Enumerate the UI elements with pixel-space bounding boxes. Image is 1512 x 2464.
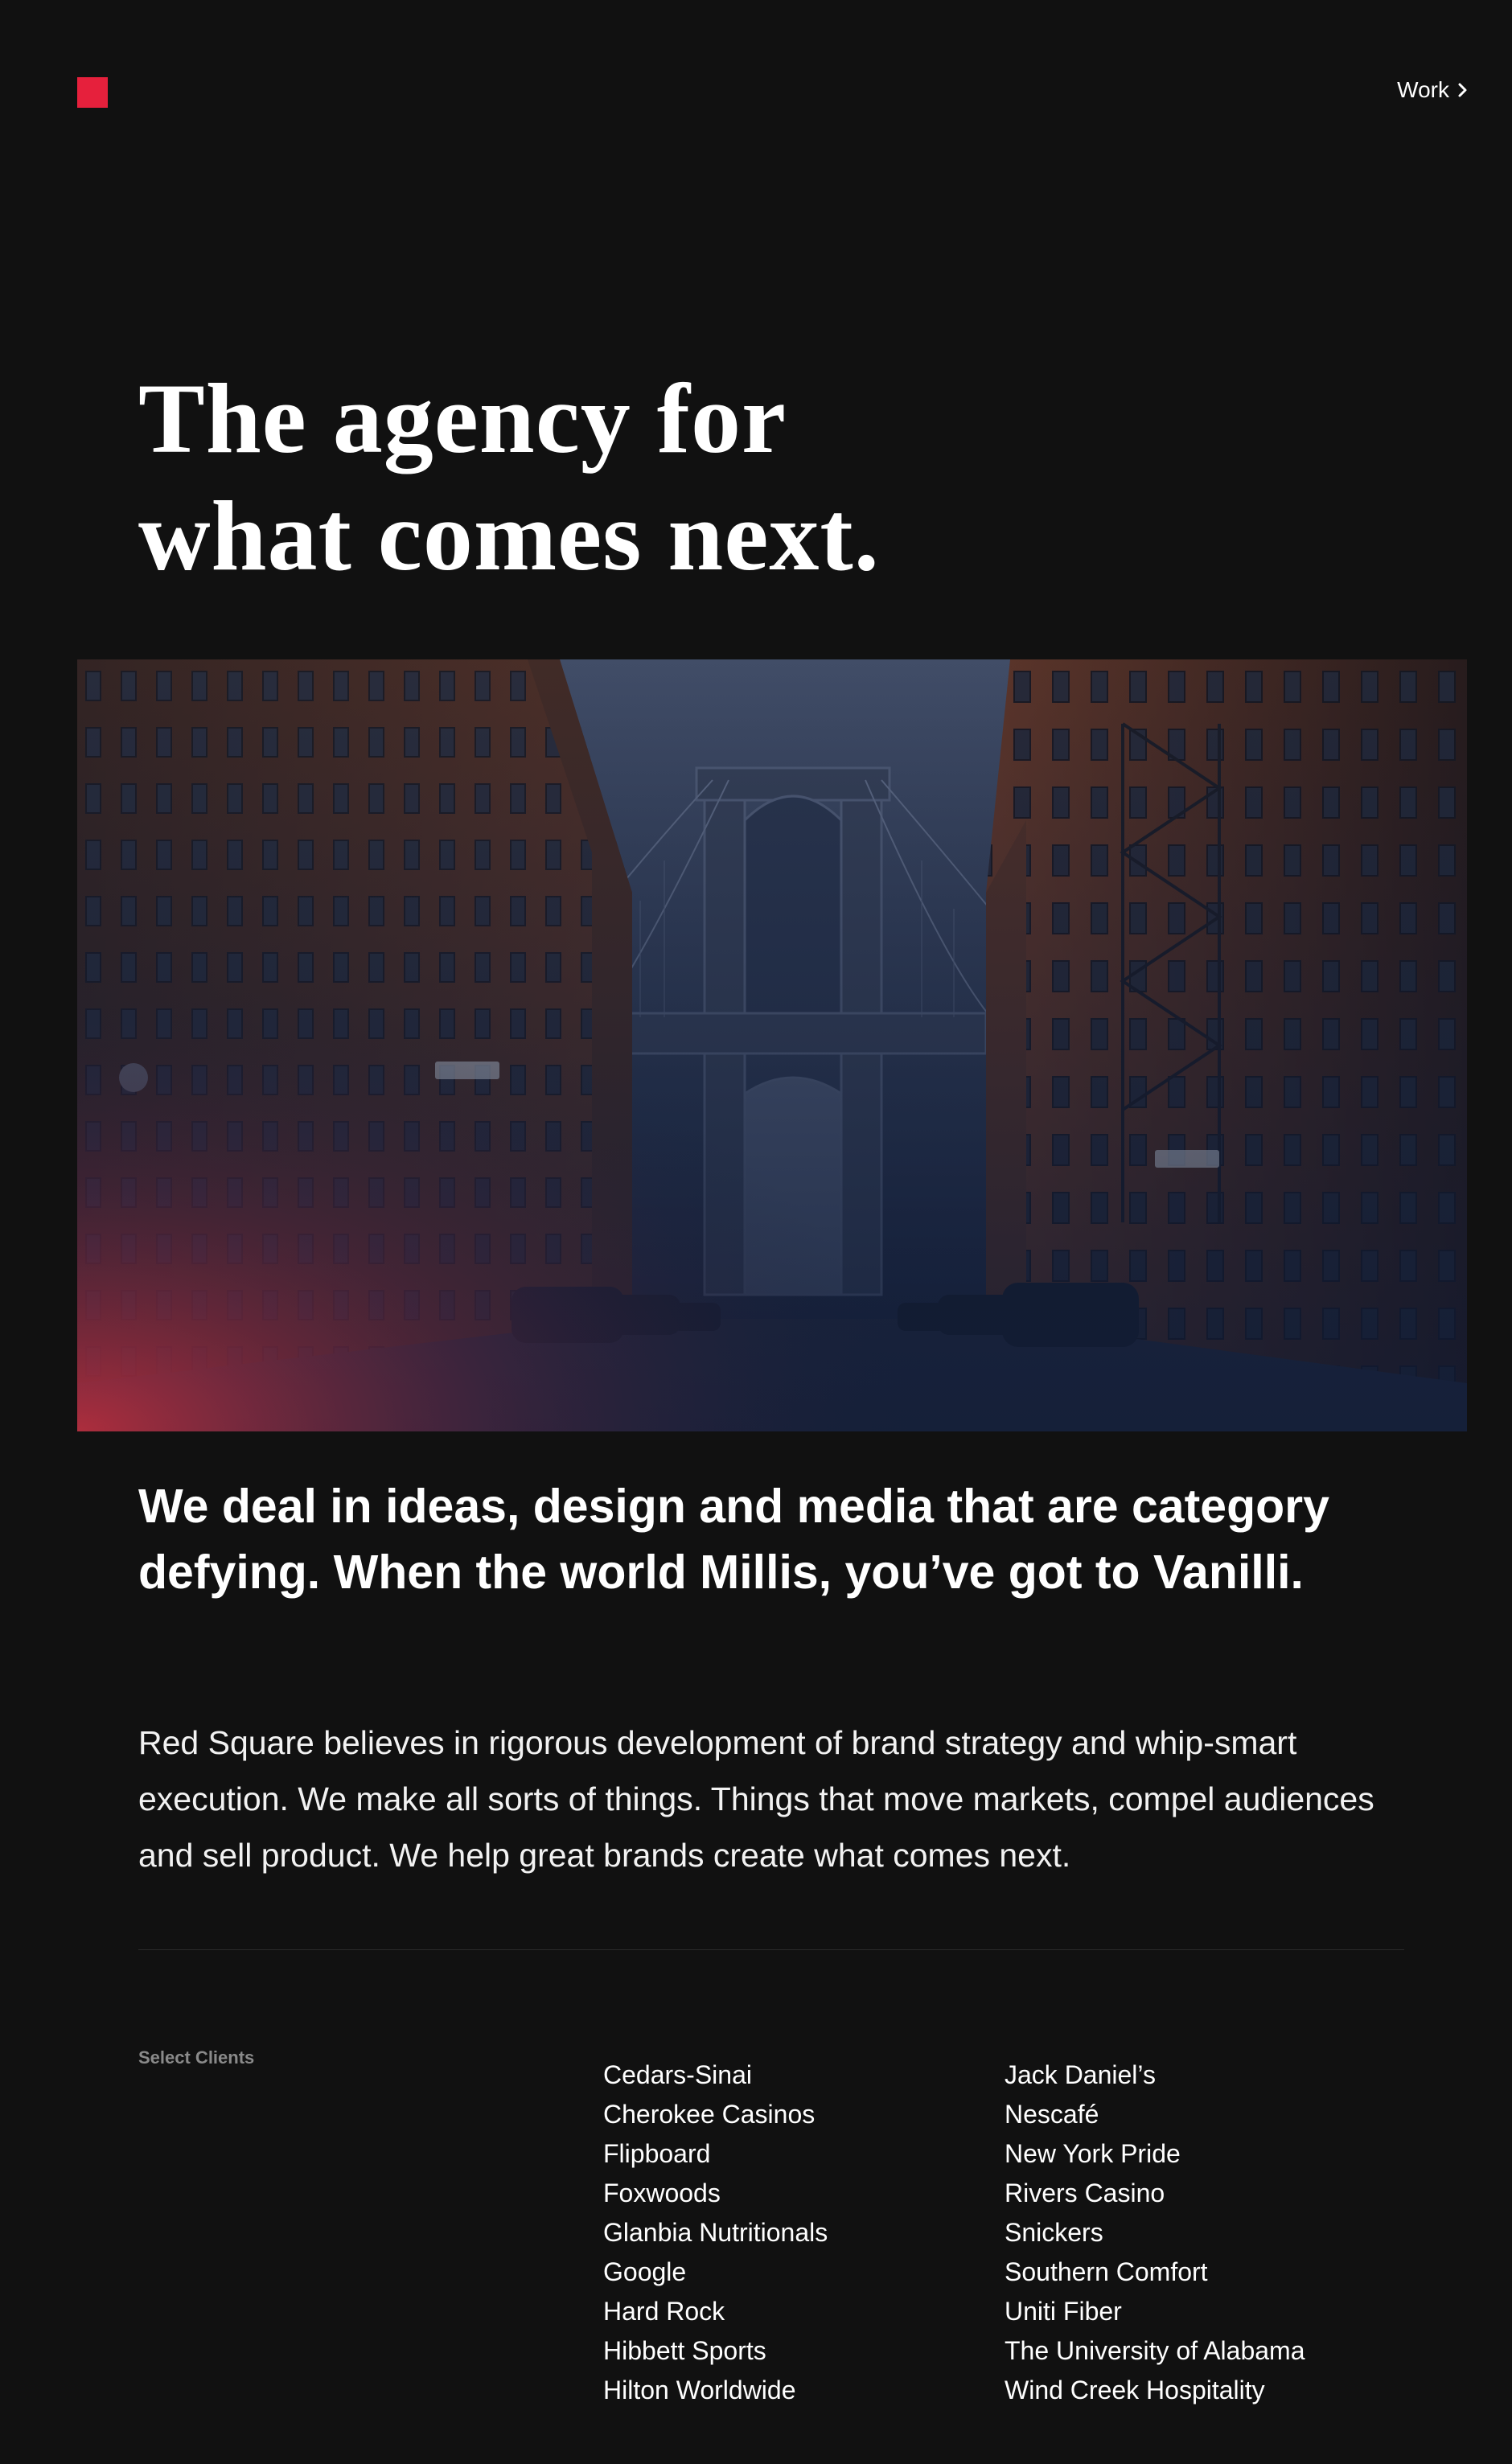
- client-item: Uniti Fiber: [1005, 2297, 1122, 2326]
- client-item: Cherokee Casinos: [603, 2100, 816, 2129]
- select-clients-label: Select Clients: [138, 2047, 255, 2068]
- hero-title-line-1: The agency for: [138, 363, 787, 474]
- chevron-right-icon: [1457, 82, 1469, 98]
- client-item: New York Pride: [1005, 2139, 1181, 2168]
- clients-column-1: Cedars-Sinai Cherokee Casinos Flipboard …: [603, 2055, 828, 2410]
- client-item: Snickers: [1005, 2218, 1103, 2247]
- nav-work-label: Work: [1397, 77, 1449, 102]
- hero-title: The agency for what comes next.: [138, 360, 1103, 595]
- client-item: Nescafé: [1005, 2100, 1099, 2129]
- red-square-logo[interactable]: [77, 77, 108, 108]
- client-item: Google: [603, 2257, 687, 2286]
- client-item: Jack Daniel’s: [1005, 2060, 1156, 2089]
- client-item: Wind Creek Hospitality: [1005, 2376, 1265, 2404]
- client-item: Southern Comfort: [1005, 2257, 1208, 2286]
- client-item: Hilton Worldwide: [603, 2376, 796, 2404]
- client-item: Glanbia Nutritionals: [603, 2218, 828, 2247]
- intro-body: Red Square believes in rigorous developm…: [138, 1724, 1374, 1874]
- client-item: The University of Alabama: [1005, 2336, 1305, 2365]
- hero-title-line-2: what comes next.: [138, 481, 880, 591]
- clients-column-2: Jack Daniel’s Nescafé New York Pride Riv…: [1005, 2055, 1305, 2410]
- client-item: Hard Rock: [603, 2297, 725, 2326]
- client-item: Hibbett Sports: [603, 2336, 766, 2365]
- nav-work-link[interactable]: Work: [1397, 77, 1469, 103]
- hero-image: [77, 659, 1467, 1431]
- section-divider: [138, 1949, 1404, 1950]
- client-item: Rivers Casino: [1005, 2179, 1165, 2207]
- client-item: Cedars-Sinai: [603, 2060, 752, 2089]
- intro-tagline: We deal in ideas, design and media that …: [138, 1480, 1329, 1599]
- client-item: Flipboard: [603, 2139, 711, 2168]
- client-item: Foxwoods: [603, 2179, 721, 2207]
